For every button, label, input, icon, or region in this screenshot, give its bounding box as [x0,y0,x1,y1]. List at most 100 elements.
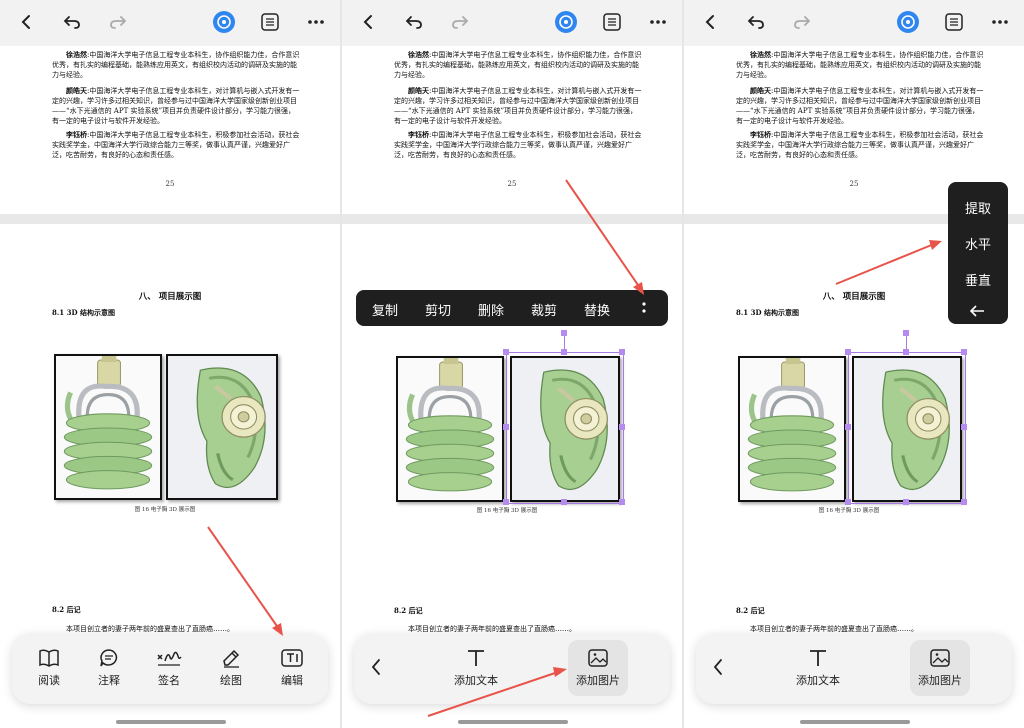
image-selection-box[interactable] [848,352,966,504]
image-selection-box[interactable] [506,352,624,504]
replace-button[interactable]: 替换 [584,300,610,319]
back-chevron-icon[interactable] [370,658,382,680]
outline-icon[interactable] [598,8,626,36]
resize-handle[interactable] [961,349,967,355]
signature-icon [157,651,182,666]
resize-handle[interactable] [961,424,967,430]
add-image-button[interactable]: 添加图片 [910,648,970,688]
figure-caption: 图 16 电子胸 3D 展示图 [476,508,538,514]
member-name: 李钰桥 [408,130,429,139]
read-tool[interactable]: 阅读 [23,648,75,688]
outline-icon[interactable] [940,8,968,36]
more-icon[interactable] [644,8,672,36]
paragraph-member-3: 李钰桥:中国海洋大学电子信息工程专业本科生，积极参加社会活动，获社会实践奖学金，… [52,130,302,160]
member-bio: :中国海洋大学电子信息工程专业本科生，积极参加社会活动，获社会实践奖学金，中国海… [736,131,984,159]
paragraph-member-1: 徐浩然:中国海洋大学电子信息工程专业本科生，协作组织能力佳，合作意识优秀，有扎实… [52,50,302,80]
paragraph-member-3: 李钰桥:中国海洋大学电子信息工程专业本科生，积极参加社会活动，获社会实践奖学金，… [736,130,986,160]
figure-caption: 图 16 电子胸 3D 展示图 [818,508,880,514]
figure-image-disc[interactable] [166,354,278,500]
member-bio: :中国海洋大学电子信息工程专业本科生，协作组织能力佳，合作意识优秀，有扎实的编程… [394,51,642,79]
member-name: 李钰桥 [66,130,87,139]
afterword-text: 本项目创立者的妻子两年前的盛夏查出了直肠癌……。 [408,625,576,633]
rotate-handle[interactable] [561,330,567,336]
back-icon[interactable] [696,8,724,36]
figure-image-coil[interactable] [738,356,846,502]
section-title: 八、 项目展示图 [138,292,202,302]
draw-label: 绘图 [220,674,242,687]
resize-handle[interactable] [961,499,967,505]
panel-2: 徐浩然:中国海洋大学电子信息工程专业本科生，协作组织能力佳，合作意识优秀，有扎实… [342,0,682,728]
ai-assistant-icon[interactable] [894,8,922,36]
top-bar [342,0,682,46]
more-vertical-icon[interactable] [641,298,647,322]
add-text-label: 添加文本 [454,674,498,687]
add-image-button[interactable]: 添加图片 [568,648,628,688]
rotate-handle[interactable] [903,330,909,336]
resize-handle[interactable] [845,499,851,505]
more-icon[interactable] [986,8,1014,36]
resize-handle[interactable] [845,349,851,355]
sign-label: 签名 [158,674,180,687]
resize-handle[interactable] [619,499,625,505]
cut-button[interactable]: 剪切 [425,300,451,319]
resize-handle[interactable] [561,349,567,355]
edit-tool[interactable]: 编辑 [266,648,318,688]
draw-tool[interactable]: 绘图 [205,648,257,688]
sign-tool[interactable]: 签名 [143,648,195,688]
figure-image-coil[interactable] [396,356,504,502]
edit-toolbar: 添加文本 添加图片 [354,634,670,704]
add-text-button[interactable]: 添加文本 [786,648,850,688]
subsection-heading: 8.2 后记 [52,605,81,614]
arrow-left-icon[interactable] [969,302,986,321]
back-icon[interactable] [12,8,40,36]
document-page-25: 徐浩然:中国海洋大学电子信息工程专业本科生，协作组织能力佳，合作意识优秀，有扎实… [342,46,682,214]
back-icon[interactable] [354,8,382,36]
text-icon [468,650,484,666]
outline-icon[interactable] [256,8,284,36]
ai-assistant-icon[interactable] [552,8,580,36]
flip-horizontal-button[interactable]: 水平 [948,234,1008,253]
annotate-tool[interactable]: 注释 [83,648,135,688]
delete-button[interactable]: 删除 [478,300,504,319]
figure-image-coil[interactable] [54,354,162,500]
resize-handle[interactable] [619,424,625,430]
resize-handle[interactable] [903,499,909,505]
copy-button[interactable]: 复制 [372,300,398,319]
paragraph-member-2: 颜皓天:中国海洋大学电子信息工程专业本科生，对计算机与嵌入式开发有一定的兴趣，学… [736,86,986,126]
crop-button[interactable]: 裁剪 [531,300,557,319]
paragraph-member-3: 李钰桥:中国海洋大学电子信息工程专业本科生，积极参加社会活动，获社会实践奖学金，… [394,130,644,160]
redo-icon[interactable] [104,8,132,36]
back-chevron-icon[interactable] [712,658,724,680]
paragraph-member-2: 颜皓天:中国海洋大学电子信息工程专业本科生，对计算机与嵌入式开发有一定的兴趣，学… [394,86,644,126]
ai-assistant-icon[interactable] [210,8,238,36]
add-text-label: 添加文本 [796,674,840,687]
subsection-heading: 8.1 3D 结构示意图 [52,308,115,317]
undo-icon[interactable] [58,8,86,36]
resize-handle[interactable] [561,499,567,505]
extract-button[interactable]: 提取 [948,198,1008,217]
member-bio: :中国海洋大学电子信息工程专业本科生，对计算机与嵌入式开发有一定的兴趣，学习许多… [736,87,984,125]
resize-handle[interactable] [503,424,509,430]
redo-icon[interactable] [788,8,816,36]
document-page-25: 徐浩然:中国海洋大学电子信息工程专业本科生，协作组织能力佳，合作意识优秀，有扎实… [0,46,340,214]
panel-1: 徐浩然:中国海洋大学电子信息工程专业本科生，协作组织能力佳，合作意识优秀，有扎实… [0,0,340,728]
member-bio: :中国海洋大学电子信息工程专业本科生，积极参加社会活动，获社会实践奖学金，中国海… [394,131,642,159]
add-image-label: 添加图片 [918,674,962,687]
resize-handle[interactable] [619,349,625,355]
undo-icon[interactable] [742,8,770,36]
resize-handle[interactable] [503,349,509,355]
add-text-button[interactable]: 添加文本 [444,648,508,688]
image-icon [588,649,608,667]
member-bio: :中国海洋大学电子信息工程专业本科生，积极参加社会活动，获社会实践奖学金，中国海… [52,131,300,159]
more-icon[interactable] [302,8,330,36]
resize-handle[interactable] [503,499,509,505]
resize-handle[interactable] [845,424,851,430]
resize-handle[interactable] [903,349,909,355]
figure-caption: 图 16 电子胸 3D 展示图 [134,507,196,513]
undo-icon[interactable] [400,8,428,36]
member-bio: :中国海洋大学电子信息工程专业本科生，协作组织能力佳，合作意识优秀，有扎实的编程… [52,51,300,79]
redo-icon[interactable] [446,8,474,36]
flip-vertical-button[interactable]: 垂直 [948,270,1008,289]
add-image-label: 添加图片 [576,674,620,687]
member-name: 徐浩然 [750,50,771,59]
